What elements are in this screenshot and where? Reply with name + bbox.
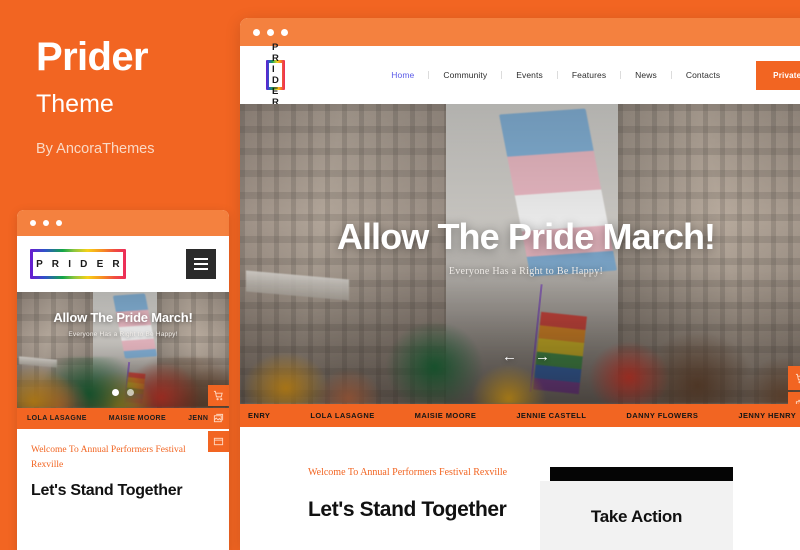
desktop-hero: Allow The Pride March! Everyone Has a Ri… xyxy=(240,104,800,404)
logo-text: P R I D E R xyxy=(272,42,283,108)
section-eyebrow: Welcome To Annual Performers Festival Re… xyxy=(308,467,508,478)
section-heading: Let's Stand Together xyxy=(308,497,507,521)
nav-item-news[interactable]: News xyxy=(621,71,672,80)
logo-text: P R I D E R xyxy=(36,258,123,270)
desktop-site-header: P R I D E R Home Community Events Featur… xyxy=(240,42,800,108)
take-action-card[interactable]: Take Action xyxy=(540,467,733,550)
mobile-performer-ticker: LOLA LASAGNE MAISIE MOORE JENNIE xyxy=(17,408,229,429)
ticker-item: ENRY xyxy=(248,411,271,420)
window-dot-maximize[interactable] xyxy=(281,28,288,36)
gallery-icon[interactable] xyxy=(788,392,800,404)
cart-icon[interactable] xyxy=(208,385,229,406)
carousel-prev-arrow[interactable]: ← xyxy=(502,349,517,364)
main-navigation: Home Community Events Features News Cont… xyxy=(377,71,734,80)
window-dot-maximize[interactable] xyxy=(56,220,62,226)
mobile-intro-section: Welcome To Annual Performers Festival Re… xyxy=(17,429,229,502)
nav-item-events[interactable]: Events xyxy=(502,71,558,80)
site-logo[interactable]: P R I D E R xyxy=(266,42,285,108)
nav-item-features[interactable]: Features xyxy=(558,71,622,80)
nav-item-contacts[interactable]: Contacts xyxy=(672,71,734,80)
mobile-hero-title: Allow The Pride March! xyxy=(53,310,193,325)
cart-icon[interactable] xyxy=(788,366,800,390)
carousel-dot-1[interactable] xyxy=(112,389,119,396)
carousel-dot-2[interactable] xyxy=(127,389,134,396)
mobile-logo[interactable]: P R I D E R xyxy=(30,249,126,279)
promo-title: Prider xyxy=(36,35,149,79)
promo-subtitle: Theme xyxy=(36,90,114,118)
card-top-bar xyxy=(550,467,733,481)
hero-carousel-controls: ← → xyxy=(240,349,800,364)
window-dot-close[interactable] xyxy=(253,28,260,36)
mobile-side-rail xyxy=(208,385,229,452)
hero-title: Allow The Pride March! xyxy=(336,216,716,257)
promo-byline: By AncoraThemes xyxy=(36,141,155,157)
mobile-preview-window: P R I D E R Allow The Pride March! Every… xyxy=(17,210,229,550)
intro-text-column: Welcome To Annual Performers Festival Re… xyxy=(308,465,558,550)
nav-item-community[interactable]: Community xyxy=(429,71,503,80)
mobile-section-eyebrow: Welcome To Annual Performers Festival Re… xyxy=(31,445,186,470)
hero-subtitle: Everyone Has a Right to Be Happy! xyxy=(448,266,604,277)
private-events-button[interactable]: Private Events xyxy=(756,60,800,90)
ticker-item: MAISIE MOORE xyxy=(414,411,477,420)
nav-item-home[interactable]: Home xyxy=(377,71,430,80)
window-dot-close[interactable] xyxy=(30,220,36,226)
desktop-side-rail xyxy=(788,366,800,404)
mobile-section-heading: Let's Stand Together xyxy=(31,482,183,500)
ticker-item: LOLA LASAGNE xyxy=(27,415,87,422)
ticker-item: MAISIE MOORE xyxy=(108,415,167,422)
performer-ticker: ENRY LOLA LASAGNE MAISIE MOORE JENNIE CA… xyxy=(240,404,800,427)
desktop-browser-chrome xyxy=(240,18,800,46)
mobile-carousel-dots[interactable] xyxy=(17,389,229,396)
mobile-hero: Allow The Pride March! Everyone Has a Ri… xyxy=(17,292,229,408)
ticker-item: DANNY FLOWERS xyxy=(626,411,699,420)
ticker-item: LOLA LASAGNE xyxy=(310,411,375,420)
window-dot-minimize[interactable] xyxy=(267,28,274,36)
hamburger-icon[interactable] xyxy=(186,249,216,279)
ticker-item: JENNY HENRY xyxy=(738,411,797,420)
window-dot-minimize[interactable] xyxy=(43,220,49,226)
mobile-browser-chrome xyxy=(17,210,229,236)
desktop-intro-section: Welcome To Annual Performers Festival Re… xyxy=(240,427,800,550)
window-icon[interactable] xyxy=(208,431,229,452)
mobile-site-header: P R I D E R xyxy=(17,236,229,292)
mobile-hero-subtitle: Everyone Has a Right to Be Happy! xyxy=(68,331,178,338)
desktop-preview-window: P R I D E R Home Community Events Featur… xyxy=(240,18,800,550)
ticker-item: JENNIE CASTELL xyxy=(516,411,587,420)
gallery-icon[interactable] xyxy=(208,408,229,429)
carousel-next-arrow[interactable]: → xyxy=(535,349,550,364)
card-body: Take Action xyxy=(540,481,733,550)
card-title: Take Action xyxy=(590,507,683,526)
